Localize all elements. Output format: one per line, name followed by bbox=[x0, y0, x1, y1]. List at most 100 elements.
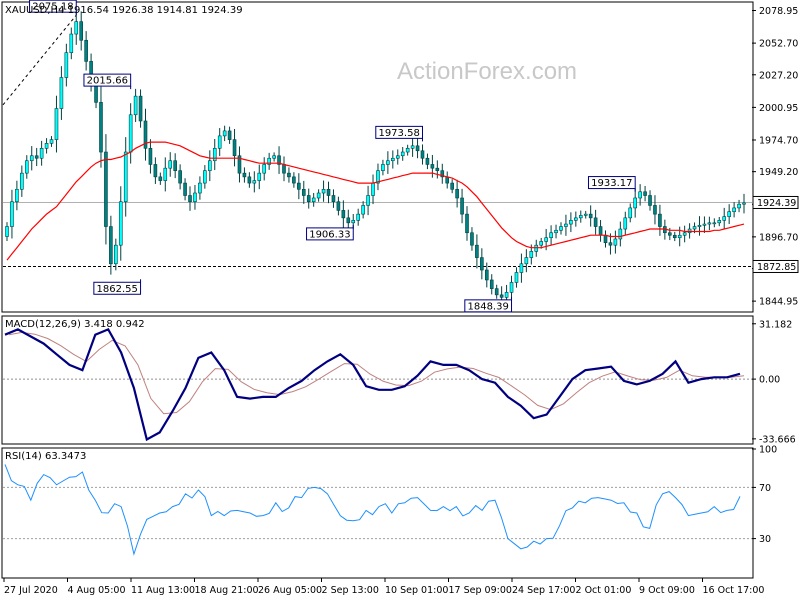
candle-body bbox=[99, 102, 103, 153]
candle-body bbox=[430, 164, 435, 169]
x-tick-label: 17 Sep 09:00 bbox=[449, 585, 512, 596]
candle-body bbox=[742, 202, 746, 205]
x-tick-label: 24 Sep 17:00 bbox=[512, 585, 575, 596]
candle-body bbox=[163, 167, 168, 181]
candle-body bbox=[262, 164, 267, 174]
candle-body bbox=[707, 222, 712, 225]
candle-body bbox=[282, 164, 286, 174]
candle-body bbox=[64, 52, 69, 78]
candle-body bbox=[391, 157, 395, 162]
rsi-tick-label: 100 bbox=[759, 445, 777, 456]
candle-body bbox=[524, 257, 529, 265]
price-tick-label: 2078.95 bbox=[759, 6, 798, 17]
candle-body bbox=[583, 213, 588, 216]
candle-body bbox=[326, 188, 331, 196]
candle-body bbox=[499, 294, 504, 298]
candle-body bbox=[529, 251, 534, 258]
candle-body bbox=[400, 151, 405, 157]
candle-body bbox=[494, 288, 499, 296]
candle-body bbox=[153, 164, 158, 178]
candle-body bbox=[39, 148, 44, 159]
candle-body bbox=[123, 151, 128, 203]
candle-body bbox=[504, 292, 509, 298]
candle-body bbox=[227, 130, 232, 140]
candle-body bbox=[341, 210, 346, 219]
candle-body bbox=[5, 226, 9, 237]
candle-body bbox=[470, 232, 474, 246]
candle-body bbox=[109, 226, 113, 265]
candle-body bbox=[643, 191, 647, 196]
candle-body bbox=[20, 172, 24, 190]
level-annotation-label: 1933.17 bbox=[591, 178, 632, 189]
candle-body bbox=[79, 21, 83, 41]
x-tick-label: 2 Sep 13:00 bbox=[322, 585, 379, 596]
support-price-label: 1872.85 bbox=[757, 262, 796, 273]
candle-body bbox=[306, 195, 311, 203]
candle-body bbox=[509, 282, 514, 293]
candle-body bbox=[653, 205, 657, 215]
chart-background bbox=[0, 0, 800, 600]
candle-body bbox=[133, 95, 138, 116]
candle-body bbox=[668, 232, 672, 236]
candle-body bbox=[168, 160, 173, 169]
x-tick-label: 18 Aug 21:00 bbox=[195, 585, 259, 596]
candle-body bbox=[207, 160, 212, 171]
candle-body bbox=[628, 207, 633, 219]
x-tick-label: 27 Jul 2020 bbox=[4, 585, 58, 596]
candle-body bbox=[603, 234, 608, 243]
candle-body bbox=[331, 195, 336, 203]
candle-body bbox=[410, 145, 415, 149]
candle-body bbox=[84, 39, 88, 62]
level-annotation-label: 1973.58 bbox=[378, 128, 419, 139]
candle-body bbox=[158, 176, 163, 181]
current-price-label: 1924.39 bbox=[757, 198, 796, 209]
candle-body bbox=[514, 272, 519, 283]
candle-body bbox=[15, 188, 19, 203]
candle-body bbox=[578, 215, 583, 219]
candle-body bbox=[183, 182, 187, 196]
candle-body bbox=[677, 234, 682, 239]
candle-body bbox=[311, 197, 316, 203]
candle-body bbox=[613, 238, 618, 246]
candle-body bbox=[336, 201, 341, 211]
candle-body bbox=[173, 160, 177, 171]
candle-body bbox=[346, 217, 351, 224]
candle-body bbox=[292, 176, 296, 184]
macd-tick-label: 31.182 bbox=[759, 319, 792, 330]
candle-body bbox=[489, 279, 494, 289]
candle-body bbox=[519, 263, 524, 273]
macd-label: MACD(12,26,9) 3.418 0.942 bbox=[5, 319, 145, 330]
candle-body bbox=[321, 188, 326, 194]
candle-body bbox=[633, 197, 637, 209]
candle-body bbox=[564, 223, 568, 227]
candle-body bbox=[460, 197, 464, 215]
x-tick-label: 2 Oct 01:00 bbox=[576, 585, 632, 596]
candle-body bbox=[450, 182, 454, 190]
candle-body bbox=[351, 220, 356, 224]
candle-body bbox=[475, 244, 479, 258]
candle-body bbox=[257, 172, 262, 181]
candle-body bbox=[301, 188, 306, 196]
candle-body bbox=[415, 145, 420, 152]
price-tick-label: 1896.70 bbox=[759, 232, 798, 243]
candle-body bbox=[588, 213, 593, 219]
candle-body bbox=[366, 195, 370, 206]
candle-body bbox=[658, 213, 662, 227]
candle-body bbox=[722, 216, 727, 221]
candle-body bbox=[287, 172, 291, 178]
candle-body bbox=[732, 207, 736, 212]
level-annotation-label: 2015.66 bbox=[87, 76, 128, 87]
candle-body bbox=[386, 160, 390, 165]
candle-body bbox=[114, 244, 118, 265]
candle-body bbox=[569, 220, 573, 225]
candle-body bbox=[29, 155, 34, 162]
candle-body bbox=[544, 237, 548, 242]
chart-svg: ActionForex.com 2078.95 2052.70 2027.20 200… bbox=[0, 0, 800, 600]
candle-body bbox=[559, 226, 563, 231]
candle-body bbox=[49, 139, 54, 144]
candle-body bbox=[608, 242, 613, 246]
candle-body bbox=[717, 220, 722, 224]
candle-body bbox=[74, 21, 79, 35]
candle-body bbox=[425, 157, 430, 165]
price-tick-label: 2052.70 bbox=[759, 39, 798, 50]
